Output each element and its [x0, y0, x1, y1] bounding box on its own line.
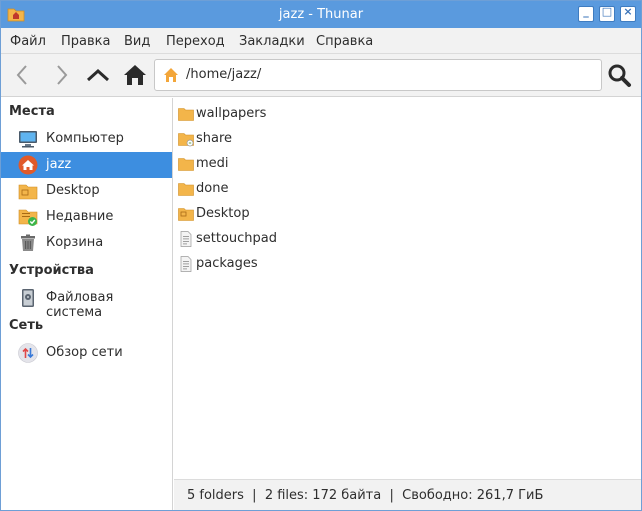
file-name: packages [196, 256, 258, 271]
maximize-icon: □ [601, 5, 613, 18]
home-folder-icon [18, 155, 38, 175]
file-name: medi [196, 156, 229, 171]
forward-button[interactable] [48, 62, 74, 88]
network-icon [18, 343, 38, 363]
places-heading: Места [9, 104, 55, 119]
file-name: done [196, 181, 229, 196]
file-name: share [196, 131, 233, 146]
folder-icon [178, 158, 194, 171]
menu-bookmarks[interactable]: Закладки [239, 34, 305, 49]
minimize-icon: _ [583, 5, 589, 18]
close-icon: × [623, 5, 633, 18]
file-name: settouchpad [196, 231, 278, 246]
search-button[interactable] [606, 62, 632, 88]
up-button[interactable] [85, 62, 111, 88]
text-file-icon [180, 231, 192, 247]
close-button[interactable]: × [620, 5, 636, 22]
shared-folder-icon [178, 133, 194, 147]
sidebar-item-label: Файловая система [46, 290, 114, 320]
menu-view[interactable]: Вид [124, 34, 150, 49]
sidebar-item-label: jazz [46, 157, 72, 172]
desktop-folder-icon [178, 208, 194, 221]
computer-icon [19, 131, 37, 148]
sidebar-item-recent[interactable]: Недавние [1, 204, 172, 230]
file-list[interactable]: wallpapers share medi done Desktop setto… [174, 98, 641, 479]
folder-icon [178, 108, 194, 121]
sidebar-item-trash[interactable]: Корзина [1, 230, 172, 256]
thunar-window: jazz - Thunar _ □ × Файл Правка Вид Пере… [0, 0, 642, 511]
sidebar-item-label: Недавние [46, 209, 114, 224]
minimize-button[interactable]: _ [578, 5, 594, 22]
sidebar-item-label: Desktop [46, 183, 100, 198]
toolbar: /home/jazz/ [1, 54, 641, 97]
file-name: wallpapers [196, 106, 267, 121]
sidebar-item-network[interactable]: Обзор сети [1, 340, 172, 366]
file-name: Desktop [196, 206, 250, 221]
status-text: 5 folders | 2 files: 172 байта | Свободн… [187, 488, 544, 503]
location-path[interactable]: /home/jazz/ [186, 67, 261, 82]
network-heading: Сеть [9, 318, 44, 333]
menu-file[interactable]: Файл [10, 34, 46, 49]
sidebar-item-desktop[interactable]: Desktop [1, 178, 172, 204]
menu-go[interactable]: Переход [166, 34, 225, 49]
back-button[interactable] [10, 62, 36, 88]
devices-heading: Устройства [9, 263, 94, 278]
folder-icon [178, 183, 194, 196]
list-item-wallpapers[interactable]: wallpapers [174, 102, 374, 126]
sidebar-item-filesystem[interactable]: Файловая система [1, 285, 172, 320]
desktop-folder-icon [18, 184, 38, 200]
text-file-icon [180, 256, 192, 272]
home-folder-icon [164, 68, 178, 82]
location-bar[interactable]: /home/jazz/ [154, 59, 602, 91]
menu-help[interactable]: Справка [316, 34, 373, 49]
trash-icon [21, 234, 35, 251]
sidebar-item-jazz[interactable]: jazz [1, 152, 172, 178]
home-button[interactable] [122, 62, 148, 88]
list-item-desktop[interactable]: Desktop [174, 202, 374, 226]
title-bar[interactable]: jazz - Thunar _ □ × [1, 1, 641, 28]
sidebar-item-label: Компьютер [46, 131, 124, 146]
list-item-share[interactable]: share [174, 127, 374, 151]
list-item-medi[interactable]: medi [174, 152, 374, 176]
list-item-packages[interactable]: packages [174, 252, 374, 276]
menu-bar: Файл Правка Вид Переход Закладки Справка [1, 28, 641, 54]
menu-edit[interactable]: Правка [61, 34, 110, 49]
sidebar: Места Компьютер jazz Desktop Недавние Ко… [1, 98, 173, 510]
sidebar-item-computer[interactable]: Компьютер [1, 126, 172, 152]
status-bar: 5 folders | 2 files: 172 байта | Свободн… [174, 479, 641, 510]
sidebar-item-label: Обзор сети [46, 345, 123, 360]
sidebar-item-label: Корзина [46, 235, 104, 250]
window-title: jazz - Thunar [278, 7, 364, 22]
list-item-done[interactable]: done [174, 177, 374, 201]
recent-icon [18, 209, 38, 226]
list-item-settouchpad[interactable]: settouchpad [174, 227, 374, 251]
drive-icon [22, 289, 34, 307]
maximize-button[interactable]: □ [599, 5, 615, 22]
